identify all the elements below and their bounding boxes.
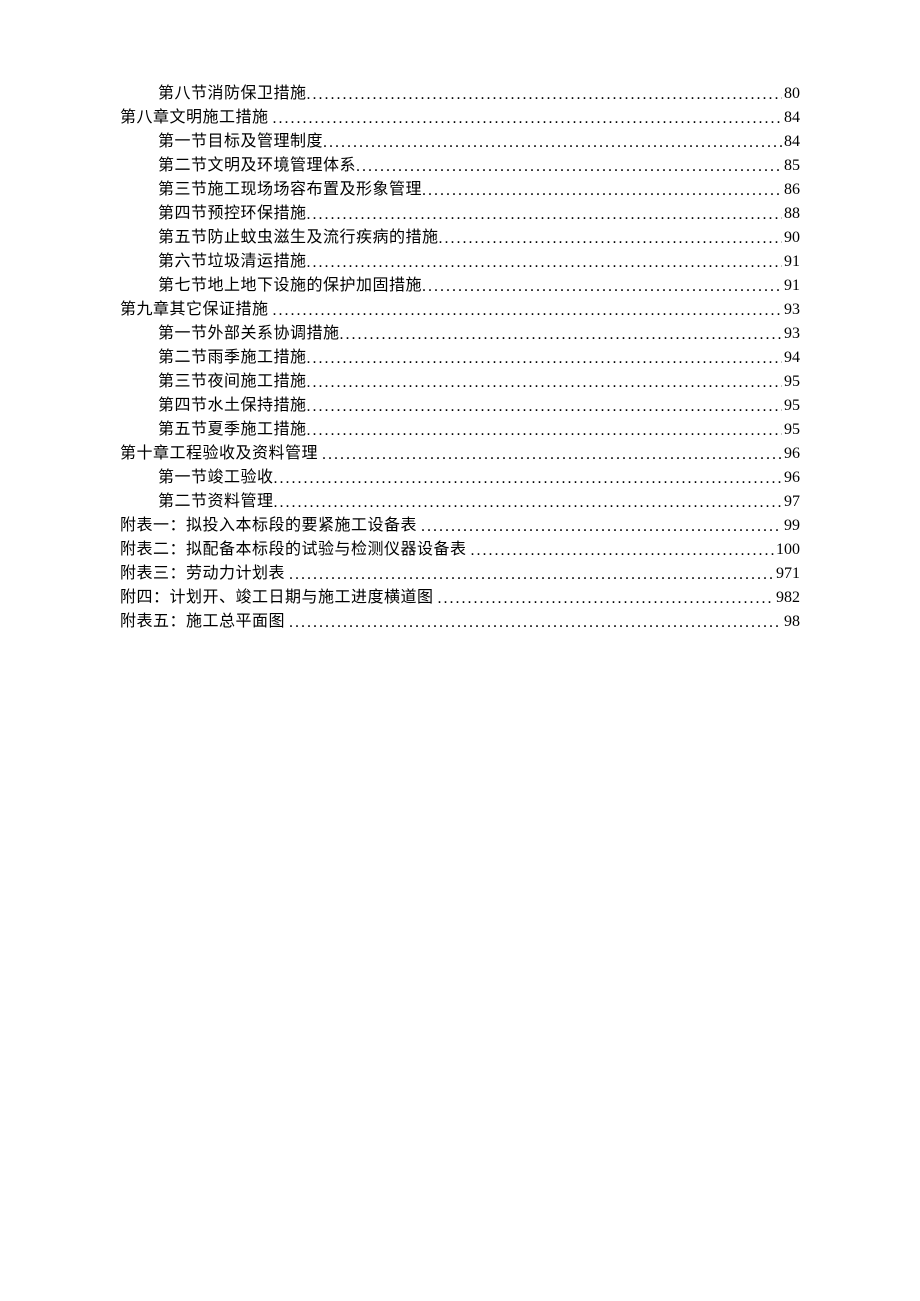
toc-entry: 第二节文明及环境管理体系 85 bbox=[120, 154, 800, 178]
toc-leader-dots bbox=[307, 251, 782, 275]
toc-entry-title: 第一节竣工验收 bbox=[158, 466, 274, 490]
toc-leader-dots bbox=[273, 107, 782, 131]
toc-entry-title: 第八章文明施工措施 bbox=[120, 106, 269, 130]
toc-entry-page: 84 bbox=[782, 130, 800, 154]
toc-leader-dots bbox=[307, 347, 782, 371]
toc-leader-dots bbox=[274, 467, 782, 491]
toc-entry: 第四节预控环保措施 88 bbox=[120, 202, 800, 226]
toc-entry-title: 第九章其它保证措施 bbox=[120, 298, 269, 322]
toc-entry-page: 96 bbox=[782, 442, 800, 466]
toc-entry: 第五节防止蚊虫滋生及流行疾病的措施 90 bbox=[120, 226, 800, 250]
toc-entry-page: 90 bbox=[782, 226, 800, 250]
toc-leader-dots bbox=[322, 443, 782, 467]
toc-entry-title: 附表二：拟配备本标段的试验与检测仪器设备表 bbox=[120, 538, 467, 562]
toc-entry-title: 第四节水土保持措施 bbox=[158, 394, 307, 418]
toc-entry: 第八节消防保卫措施 80 bbox=[120, 82, 800, 106]
toc-entry: 第三节夜间施工措施 95 bbox=[120, 370, 800, 394]
toc-leader-dots bbox=[340, 323, 782, 347]
toc-entry-page: 80 bbox=[782, 82, 800, 106]
toc-leader-dots bbox=[307, 419, 782, 443]
toc-entry-page: 91 bbox=[782, 274, 800, 298]
toc-entry-title: 附四：计划开、竣工日期与施工进度横道图 bbox=[120, 586, 434, 610]
toc-leader-dots bbox=[356, 155, 782, 179]
toc-entry: 第八章文明施工措施 84 bbox=[120, 106, 800, 130]
toc-leader-dots bbox=[471, 539, 774, 563]
toc-entry: 第六节垃圾清运措施 91 bbox=[120, 250, 800, 274]
toc-entry: 附表三：劳动力计划表 971 bbox=[120, 562, 800, 586]
toc-leader-dots bbox=[289, 563, 774, 587]
table-of-contents: 第八节消防保卫措施80第八章文明施工措施84第一节目标及管理制度84第二节文明及… bbox=[120, 82, 800, 634]
toc-entry: 附四：计划开、竣工日期与施工进度横道图 982 bbox=[120, 586, 800, 610]
toc-leader-dots bbox=[307, 83, 782, 107]
toc-entry-title: 第一节目标及管理制度 bbox=[158, 130, 323, 154]
toc-entry-page: 99 bbox=[782, 514, 800, 538]
toc-entry-page: 96 bbox=[782, 466, 800, 490]
toc-entry-page: 93 bbox=[782, 298, 800, 322]
toc-entry-page: 84 bbox=[782, 106, 800, 130]
toc-entry: 第二节资料管理 97 bbox=[120, 490, 800, 514]
toc-entry: 第二节雨季施工措施 94 bbox=[120, 346, 800, 370]
toc-entry-title: 第三节施工现场场容布置及形象管理 bbox=[158, 178, 422, 202]
toc-entry-title: 第四节预控环保措施 bbox=[158, 202, 307, 226]
toc-entry: 第一节外部关系协调措施 93 bbox=[120, 322, 800, 346]
toc-leader-dots bbox=[307, 395, 782, 419]
toc-entry-page: 95 bbox=[782, 418, 800, 442]
toc-entry-page: 95 bbox=[782, 394, 800, 418]
document-page: 第八节消防保卫措施80第八章文明施工措施84第一节目标及管理制度84第二节文明及… bbox=[0, 0, 920, 634]
toc-entry-page: 95 bbox=[782, 370, 800, 394]
toc-leader-dots bbox=[422, 275, 782, 299]
toc-entry-title: 第八节消防保卫措施 bbox=[158, 82, 307, 106]
toc-leader-dots bbox=[289, 611, 782, 635]
toc-entry-page: 971 bbox=[774, 562, 800, 586]
toc-entry-title: 第二节资料管理 bbox=[158, 490, 274, 514]
toc-entry-title: 第五节防止蚊虫滋生及流行疾病的措施 bbox=[158, 226, 439, 250]
toc-entry: 第九章其它保证措施 93 bbox=[120, 298, 800, 322]
toc-entry: 第七节地上地下设施的保护加固措施 91 bbox=[120, 274, 800, 298]
toc-entry: 第一节竣工验收 96 bbox=[120, 466, 800, 490]
toc-entry: 附表一：拟投入本标段的要紧施工设备表 99 bbox=[120, 514, 800, 538]
toc-entry-title: 第六节垃圾清运措施 bbox=[158, 250, 307, 274]
toc-entry: 附表五：施工总平面图 98 bbox=[120, 610, 800, 634]
toc-entry: 第三节施工现场场容布置及形象管理 86 bbox=[120, 178, 800, 202]
toc-leader-dots bbox=[274, 491, 782, 515]
toc-leader-dots bbox=[439, 227, 782, 251]
toc-entry-title: 附表五：施工总平面图 bbox=[120, 610, 285, 634]
toc-entry-page: 98 bbox=[782, 610, 800, 634]
toc-entry-title: 第二节雨季施工措施 bbox=[158, 346, 307, 370]
toc-entry-page: 97 bbox=[782, 490, 800, 514]
toc-entry-page: 982 bbox=[774, 586, 800, 610]
toc-entry-title: 第一节外部关系协调措施 bbox=[158, 322, 340, 346]
toc-entry-page: 100 bbox=[774, 538, 800, 562]
toc-leader-dots bbox=[422, 179, 782, 203]
toc-entry-page: 93 bbox=[782, 322, 800, 346]
toc-entry-page: 91 bbox=[782, 250, 800, 274]
toc-leader-dots bbox=[421, 515, 782, 539]
toc-entry: 第十章工程验收及资料管理 96 bbox=[120, 442, 800, 466]
toc-leader-dots bbox=[307, 371, 782, 395]
toc-entry-page: 94 bbox=[782, 346, 800, 370]
toc-entry: 第四节水土保持措施 95 bbox=[120, 394, 800, 418]
toc-entry-title: 附表一：拟投入本标段的要紧施工设备表 bbox=[120, 514, 417, 538]
toc-entry: 第五节夏季施工措施 95 bbox=[120, 418, 800, 442]
toc-leader-dots bbox=[307, 203, 782, 227]
toc-leader-dots bbox=[438, 587, 774, 611]
toc-entry: 附表二：拟配备本标段的试验与检测仪器设备表 100 bbox=[120, 538, 800, 562]
toc-entry-page: 86 bbox=[782, 178, 800, 202]
toc-entry: 第一节目标及管理制度 84 bbox=[120, 130, 800, 154]
toc-entry-title: 第十章工程验收及资料管理 bbox=[120, 442, 318, 466]
toc-entry-page: 85 bbox=[782, 154, 800, 178]
toc-entry-title: 附表三：劳动力计划表 bbox=[120, 562, 285, 586]
toc-entry-page: 88 bbox=[782, 202, 800, 226]
toc-entry-title: 第五节夏季施工措施 bbox=[158, 418, 307, 442]
toc-entry-title: 第二节文明及环境管理体系 bbox=[158, 154, 356, 178]
toc-entry-title: 第三节夜间施工措施 bbox=[158, 370, 307, 394]
toc-entry-title: 第七节地上地下设施的保护加固措施 bbox=[158, 274, 422, 298]
toc-leader-dots bbox=[273, 299, 782, 323]
toc-leader-dots bbox=[323, 131, 782, 155]
